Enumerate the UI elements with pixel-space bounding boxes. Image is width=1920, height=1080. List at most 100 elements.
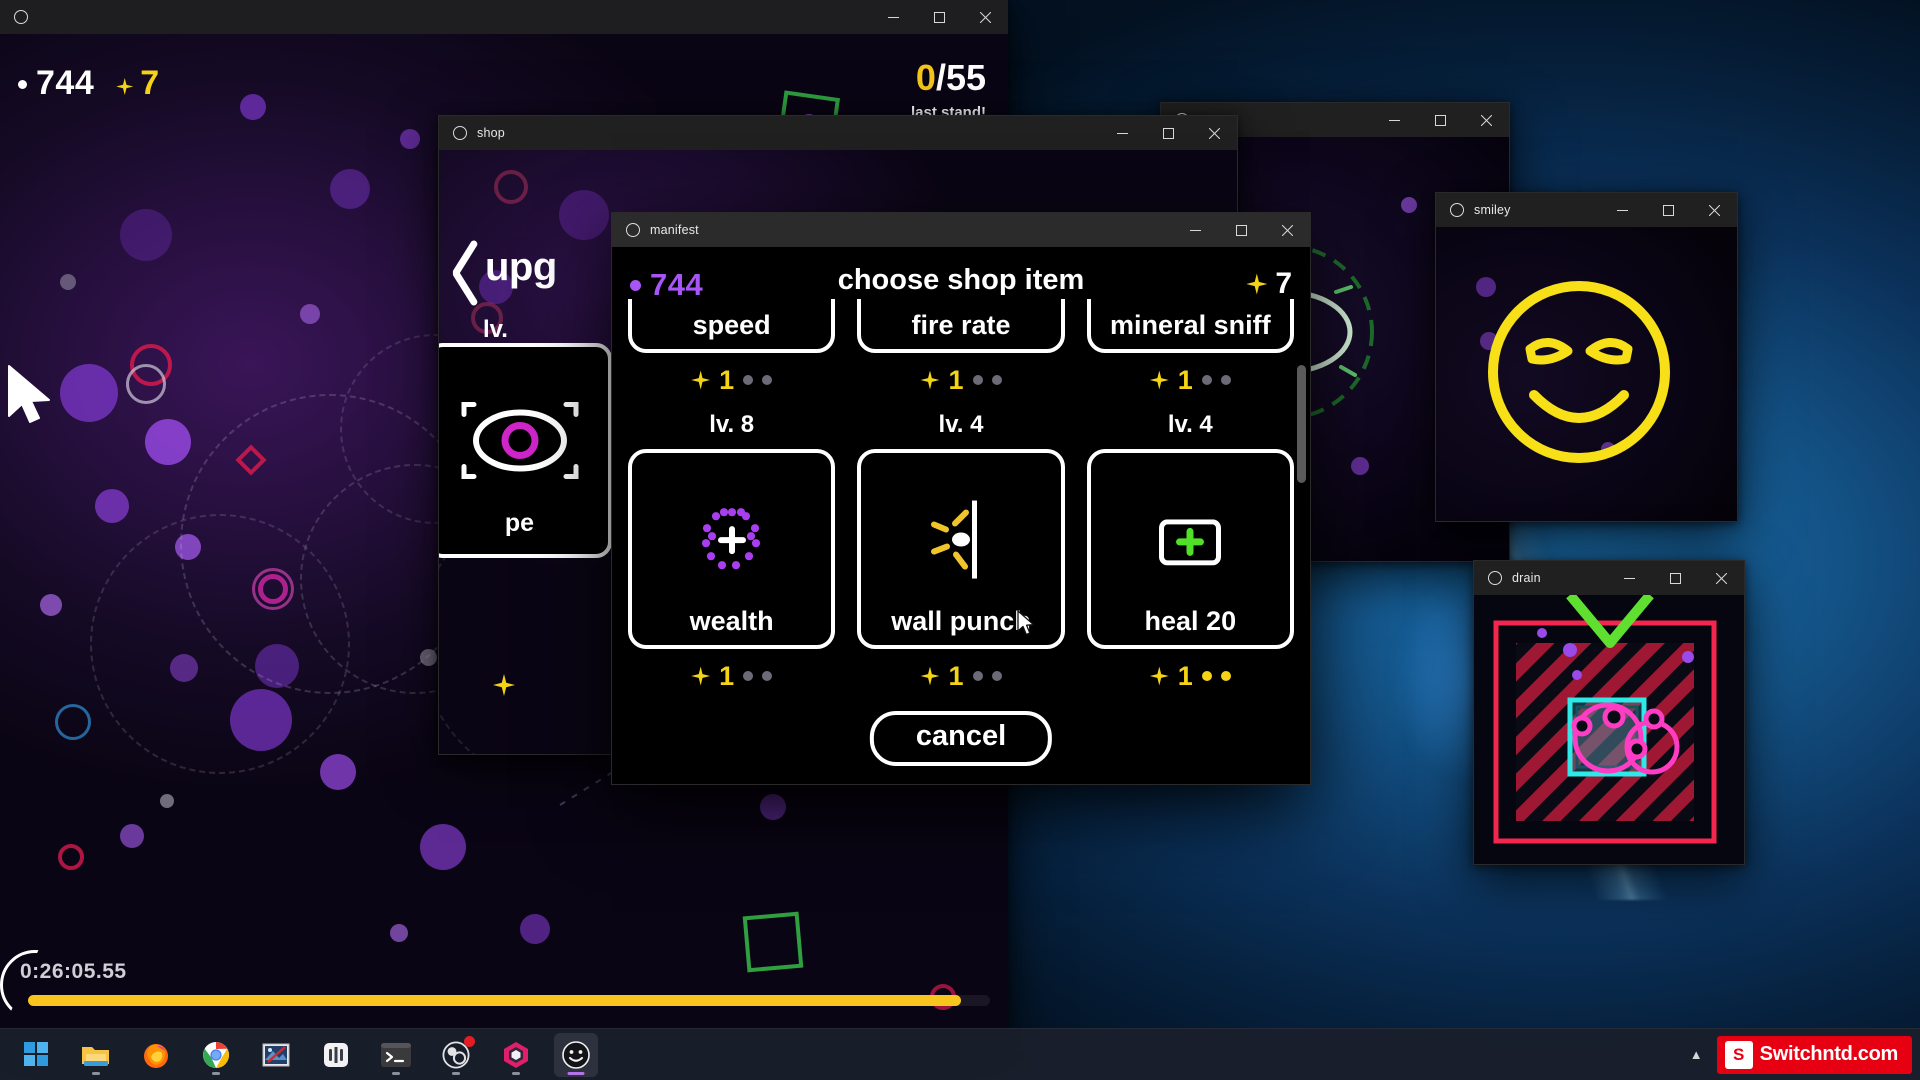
shop-item-fire-rate[interactable]: fire rate 1 lv. 4 [857,299,1065,449]
game-window-titlebar[interactable] [0,0,1008,34]
start-button[interactable] [14,1033,58,1077]
taskbar[interactable]: ▲ S Switchntd.com [0,1028,1920,1080]
minimize-button[interactable] [1172,213,1218,247]
drain-window[interactable]: drain [1473,560,1745,865]
unity-hub-button[interactable] [314,1033,358,1077]
close-button[interactable] [1264,213,1310,247]
watermark-text: Switchntd.com [1759,1043,1899,1065]
close-button[interactable] [1463,103,1509,137]
star-icon [920,370,940,390]
smiley-window-titlebar[interactable]: smiley [1436,193,1737,227]
manifest-title: manifest [650,223,699,237]
maximize-button[interactable] [916,0,962,34]
running-indicator [92,1071,100,1075]
terminal-icon [381,1042,411,1067]
shop-item-mineral-sniff[interactable]: mineral sniff 1 lv. 4 [1086,299,1294,449]
window-controls [1371,103,1509,137]
shop-item-card[interactable]: heal 20 [1086,449,1294,649]
shop-item-card[interactable]: fire rate [857,299,1065,353]
wealth-icon [695,503,769,582]
wave-total: 55 [945,57,986,98]
minimize-button[interactable] [1606,561,1652,595]
star-display: 7 [116,64,159,103]
shop-item-name: wall punch [891,606,1031,636]
shop-upgrade-card[interactable]: pe [439,343,612,558]
chevron-up-icon[interactable]: ▲ [1676,1047,1717,1062]
game-app-button[interactable] [554,1032,598,1077]
star-icon [116,78,134,95]
firefox-icon [144,1043,168,1068]
shop-item-price: 1 [920,365,1002,395]
minimize-button[interactable] [1099,116,1145,150]
shop-window-titlebar[interactable]: shop [439,116,1237,150]
shop-item-name: mineral sniff [1110,310,1271,340]
shop-card-level: lv. [483,316,508,343]
shop-item-cost: 1 [1177,364,1193,395]
drain-viewport[interactable] [1474,595,1744,864]
dot-icon [18,80,27,89]
cancel-button[interactable]: cancel [869,711,1053,766]
maximize-button[interactable] [1145,116,1191,150]
window-controls [1172,213,1310,247]
manifest-scrollbar[interactable] [1297,365,1306,483]
close-button[interactable] [1191,116,1237,150]
shop-item-heal-20[interactable]: heal 20 1 lv. 4 [1086,449,1294,700]
godot-editor-button[interactable] [494,1033,538,1077]
minimize-button[interactable] [1599,193,1645,227]
maximize-button[interactable] [1652,561,1698,595]
shop-item-price: 1 [691,660,773,691]
close-button[interactable] [962,0,1008,34]
hud-wave: 0/55 last stand! [911,57,986,122]
smiley-viewport[interactable] [1436,227,1737,521]
firefox-button[interactable] [134,1033,178,1077]
close-button[interactable] [1691,193,1737,227]
shop-item-card[interactable]: wealth [628,449,836,649]
price-pip [762,671,773,681]
circle-icon [1450,203,1464,217]
maximize-button[interactable] [1645,193,1691,227]
maximize-button[interactable] [1218,213,1264,247]
manifest-content[interactable]: 744 choose shop item 7 speed 1 lv. 8 fir… [612,247,1310,784]
manifest-star-display: 7 [1246,267,1292,301]
manifest-star-amount: 7 [1275,267,1292,300]
shop-item-speed[interactable]: speed 1 lv. 8 [628,299,836,449]
running-indicator [452,1071,460,1075]
shop-item-grid[interactable]: speed 1 lv. 8 fire rate 1 lv. 4 mineral … [612,299,1310,700]
active-indicator [567,1071,585,1075]
shop-item-wall-punch[interactable]: wall punch 1 lv. 3 [857,449,1065,700]
wave-separator: / [935,57,946,98]
smiley-window[interactable]: smiley [1435,192,1738,522]
smiley-face-icon [1482,275,1677,475]
drain-window-titlebar[interactable]: drain [1474,561,1744,595]
maximize-button[interactable] [1417,103,1463,137]
shop-window-title: shop [477,126,505,140]
close-button[interactable] [1698,561,1744,595]
shop-item-wealth[interactable]: wealth 1 lv. 10 [628,449,836,700]
shop-item-name: wealth [689,606,774,636]
folder-icon [82,1046,109,1066]
shop-item-card[interactable]: speed [628,299,836,353]
terminal-button[interactable] [374,1033,418,1077]
running-indicator [212,1071,220,1075]
currency-display: 744 [18,64,94,103]
shop-item-cost: 1 [719,364,735,395]
manifest-dialog[interactable]: manifest 744 choose shop item 7 speed 1 … [611,212,1311,785]
notification-badge [464,1035,475,1047]
circle-icon [1488,571,1502,585]
chevron-left-icon[interactable] [439,235,475,309]
progress-bar-fill [28,995,962,1006]
shop-item-card[interactable]: mineral sniff [1086,299,1294,353]
file-explorer-button[interactable] [74,1033,118,1077]
manifest-titlebar[interactable]: manifest [612,213,1310,247]
shop-item-name: fire rate [911,310,1011,340]
shop-item-name: heal 20 [1144,606,1237,636]
shop-item-cost: 1 [719,660,735,691]
obs-studio-button[interactable] [434,1033,478,1077]
photo-editor-button[interactable] [254,1033,298,1077]
price-pip [1220,671,1231,681]
minimize-button[interactable] [870,0,916,34]
minimize-button[interactable] [1371,103,1417,137]
chrome-button[interactable] [194,1033,238,1077]
price-pip [1220,375,1231,385]
eye-target-icon [460,393,580,494]
